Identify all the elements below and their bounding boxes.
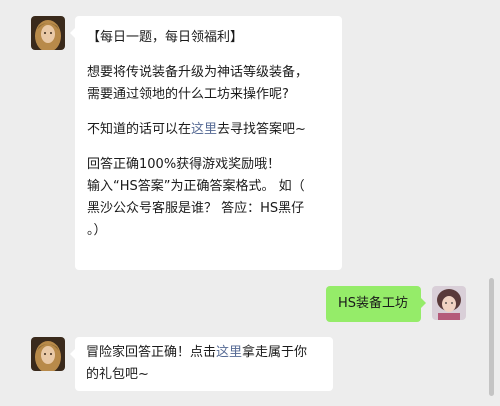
message-bubble-question: 【每日一题，每日领福利】想要将传说装备升级为神话等级装备， 需要通过领地的什么工坊…: [70, 16, 342, 270]
line-spacer: [87, 141, 330, 154]
bot-avatar-icon: [31, 337, 65, 371]
bot-avatar-icon: [31, 16, 65, 50]
question-line: 黑沙公众号客服是谁？ 答应：HS黑仔: [87, 201, 305, 216]
scrollbar-thumb[interactable]: [489, 278, 494, 396]
bot-avatar[interactable]: [31, 16, 65, 50]
question-line: 。）: [87, 223, 107, 238]
question-link[interactable]: 这里: [191, 122, 217, 137]
question-line: 输入“HS答案”为正确答案格式。 如（: [87, 179, 305, 194]
question-line: 不知道的话可以在这里去寻找答案吧~: [87, 119, 330, 141]
line-spacer: [87, 49, 330, 62]
line-spacer: [87, 106, 330, 119]
question-text: 去寻找答案吧~: [217, 122, 306, 137]
user-avatar-icon: [432, 286, 466, 320]
bot-avatar[interactable]: [31, 337, 65, 371]
reply-line-1: 冒险家回答正确！点击这里拿走属于你: [86, 342, 322, 364]
question-line: 需要通过领地的什么工坊来操作呢?: [87, 87, 289, 102]
reply-text: 拿走属于你: [242, 345, 308, 360]
question-line: 想要将传说装备升级为神话等级装备，: [87, 65, 309, 80]
reply-link[interactable]: 这里: [216, 345, 242, 360]
question-line: 【每日一题，每日领福利】: [87, 30, 244, 45]
reply-text: 冒险家回答正确！点击: [86, 345, 217, 360]
message-bubble-reply: 冒险家回答正确！点击这里拿走属于你 的礼包吧~: [70, 337, 333, 391]
question-text: 不知道的话可以在: [87, 122, 192, 137]
user-avatar[interactable]: [432, 286, 466, 320]
answer-text: HS装备工坊: [338, 296, 409, 311]
reply-line-2: 的礼包吧~: [86, 367, 149, 382]
message-bubble-answer: HS装备工坊: [326, 286, 426, 322]
question-line: 回答正确100%获得游戏奖励哦！: [87, 157, 281, 172]
